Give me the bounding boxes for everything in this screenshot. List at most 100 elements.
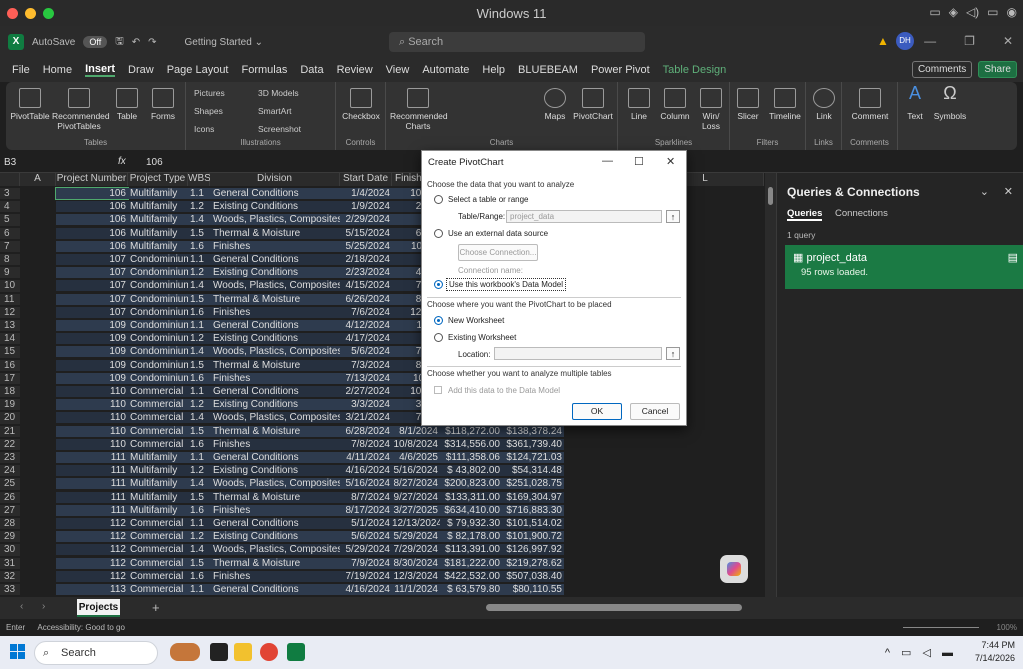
table-row[interactable]: 31 112 Commercial 1.5 Thermal & Moisture 7/9/… — [0, 557, 765, 569]
cell-project-number[interactable]: 110 — [56, 386, 128, 397]
cell-cost[interactable]: $200,823.00 — [440, 478, 502, 490]
cell-start-date[interactable]: 7/3/2024 — [340, 359, 392, 371]
avatar[interactable]: DH — [896, 32, 914, 50]
search-box[interactable]: ⌕ Search — [389, 32, 645, 52]
cell-project-number[interactable]: 111 — [56, 452, 128, 463]
cell-start-date[interactable]: 4/16/2024 — [340, 584, 392, 595]
cell-division[interactable]: General Conditions — [210, 584, 340, 595]
cell-division[interactable]: Finishes — [210, 306, 340, 318]
cell-division[interactable]: Woods, Plastics, Composites — [210, 214, 340, 226]
column-sparkline-button[interactable]: Column — [658, 88, 692, 121]
cell-wbs[interactable]: 1.1 — [188, 188, 210, 199]
cell-start-date[interactable]: 2/27/2024 — [340, 386, 392, 397]
cell-project-number[interactable]: 106 — [56, 227, 128, 239]
cell-project-type[interactable]: Multifamily — [128, 227, 188, 239]
cell-project-number[interactable]: 110 — [56, 399, 128, 411]
cell-division[interactable]: Finishes — [210, 240, 340, 252]
sheet-tab-projects[interactable]: Projects — [77, 599, 120, 617]
col-header-wbs[interactable]: WBS — [188, 173, 211, 186]
cell-cost-total[interactable]: $507,038.40 — [502, 570, 564, 582]
cell-wbs[interactable]: 1.1 — [188, 386, 210, 397]
cell-finish-date[interactable]: 9/27/2024 — [392, 491, 440, 503]
add-datamodel-checkbox[interactable] — [434, 386, 442, 394]
cell-wbs[interactable]: 1.2 — [188, 333, 210, 345]
cell-project-type[interactable]: Multifamily — [128, 452, 188, 463]
tab-power-pivot[interactable]: Power Pivot — [591, 64, 650, 76]
cell-division[interactable]: Existing Conditions — [210, 531, 340, 543]
radio-new-worksheet[interactable] — [434, 316, 443, 325]
cell-project-number[interactable]: 111 — [56, 504, 128, 516]
cell-project-type[interactable]: Multifamily — [128, 240, 188, 252]
cell-wbs[interactable]: 1.4 — [188, 280, 210, 292]
row-number[interactable]: 29 — [0, 531, 20, 543]
forms-button[interactable]: Forms — [146, 88, 180, 121]
cell-project-number[interactable]: 111 — [56, 465, 128, 477]
radio-data-model[interactable] — [434, 280, 443, 289]
horizontal-scroll-thumb[interactable] — [486, 604, 742, 611]
row-number[interactable]: 19 — [0, 399, 20, 411]
cell-division[interactable]: Thermal & Moisture — [210, 491, 340, 503]
cell-wbs[interactable]: 1.6 — [188, 372, 210, 384]
cell-start-date[interactable]: 5/1/2024 — [340, 518, 392, 529]
icons-button[interactable]: Icons — [194, 124, 214, 134]
cell-cost-total[interactable]: $251,028.75 — [502, 478, 564, 490]
system-tray[interactable]: ^ ▭ ◁ ▬ — [885, 646, 957, 659]
cell-project-number[interactable]: 106 — [56, 240, 128, 252]
cell-start-date[interactable]: 4/16/2024 — [340, 465, 392, 477]
cell-project-number[interactable]: 109 — [56, 346, 128, 358]
excel-taskbar-icon[interactable] — [287, 643, 305, 661]
cell-cost-total[interactable]: $361,739.40 — [502, 438, 564, 450]
cell-division[interactable]: General Conditions — [210, 254, 340, 265]
cell-start-date[interactable]: 2/18/2024 — [340, 254, 392, 265]
col-header-project-type[interactable]: Project Type — [128, 173, 188, 186]
table-row[interactable]: 24 111 Multifamily 1.2 Existing Conditions 4/… — [0, 465, 765, 477]
cell-cost-total[interactable]: $101,514.02 — [502, 518, 564, 529]
cell-wbs[interactable]: 1.4 — [188, 544, 210, 556]
screenshot-button[interactable]: Screenshot — [258, 124, 301, 134]
cell-start-date[interactable]: 5/29/2024 — [340, 544, 392, 556]
dialog-close-icon[interactable]: ✕ — [666, 155, 675, 168]
cell-start-date[interactable]: 5/16/2024 — [340, 478, 392, 490]
row-number[interactable]: 6 — [0, 227, 20, 239]
row-number[interactable]: 33 — [0, 584, 20, 596]
table-row[interactable]: 23 111 Multifamily 1.1 General Conditions 4/1… — [0, 452, 765, 464]
row-number[interactable]: 8 — [0, 254, 20, 266]
cell-project-type[interactable]: Commercial — [128, 584, 188, 595]
query-item[interactable]: ▦ project_data 95 rows loaded. ▤ — [785, 245, 1023, 289]
cell-project-number[interactable]: 110 — [56, 438, 128, 450]
cell-cost[interactable]: $133,311.00 — [440, 491, 502, 503]
cell-wbs[interactable]: 1.4 — [188, 214, 210, 226]
table-row[interactable]: 22 110 Commercial 1.6 Finishes 7/8/2024 10/8/2… — [0, 438, 765, 451]
undo-icon[interactable]: ↶ — [132, 37, 140, 48]
cell-finish-date[interactable]: 8/27/2024 — [392, 478, 440, 490]
cell-division[interactable]: Finishes — [210, 570, 340, 582]
table-row[interactable]: 28 112 Commercial 1.1 General Conditions 5/1/… — [0, 518, 765, 530]
cell-division[interactable]: Finishes — [210, 372, 340, 384]
choose-connection-button[interactable]: Choose Connection... — [458, 244, 538, 261]
cell-cost[interactable]: $181,222.00 — [440, 557, 502, 569]
tab-table-design[interactable]: Table Design — [663, 64, 727, 76]
cell-cost[interactable]: $634,410.00 — [440, 504, 502, 516]
display-icon[interactable]: ▭ — [929, 5, 940, 19]
cell-project-type[interactable]: Condominium — [128, 254, 188, 265]
cell-cost-total[interactable]: $126,997.92 — [502, 544, 564, 556]
cell-division[interactable]: Thermal & Moisture — [210, 293, 340, 305]
select-all-corner[interactable] — [0, 173, 20, 186]
row-number[interactable]: 14 — [0, 333, 20, 345]
tab-insert[interactable]: Insert — [85, 63, 116, 77]
pane-options-icon[interactable]: ⌄ — [980, 185, 989, 198]
row-number[interactable]: 32 — [0, 570, 20, 583]
table-row[interactable]: 30 112 Commercial 1.4 Woods, Plastics, Compo… — [0, 544, 765, 556]
cell-division[interactable]: Existing Conditions — [210, 267, 340, 279]
cell-division[interactable]: Finishes — [210, 504, 340, 516]
cell-wbs[interactable]: 1.4 — [188, 412, 210, 424]
cell-wbs[interactable]: 1.2 — [188, 465, 210, 477]
copilot-button[interactable] — [720, 555, 748, 583]
cell-project-number[interactable]: 112 — [56, 531, 128, 543]
cell-wbs[interactable]: 1.4 — [188, 346, 210, 358]
redo-icon[interactable]: ↷ — [148, 37, 156, 48]
location-input[interactable] — [494, 347, 662, 360]
cell-division[interactable]: General Conditions — [210, 188, 340, 199]
cell-start-date[interactable]: 4/12/2024 — [340, 320, 392, 331]
cell-cost[interactable]: $ 79,932.30 — [440, 518, 502, 529]
